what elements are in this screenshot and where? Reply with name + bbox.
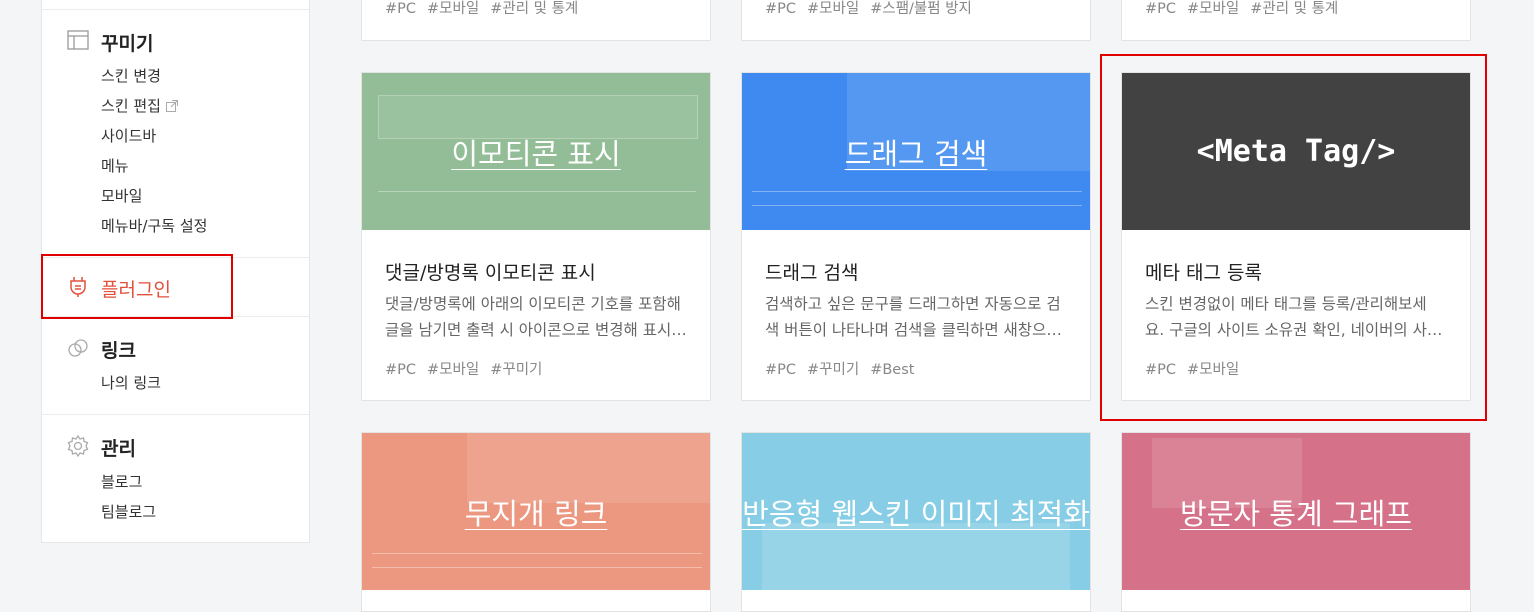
sidebar-item-label: 스킨 편집 [101,97,161,115]
sidebar-item-my-link[interactable]: 나의 링크 [101,372,161,393]
card-description: 댓글/방명록에 아래의 이모티콘 기호를 포함해 글을 남기면 출력 시 아이콘으… [385,295,687,339]
external-link-icon [165,100,178,112]
thumbnail-title: 무지개 링크 [464,496,608,531]
sidebar-item-sidebar[interactable]: 사이드바 [101,125,156,146]
card-tags: #PC #모바일 #관리 및 통계 [1145,1,1339,17]
link-icon [66,336,90,360]
plugin-card-rainbow-link[interactable]: 무지개 링크 [361,432,711,612]
sidebar-item-skin-change[interactable]: 스킨 변경 [101,65,161,86]
plugin-card-emoticon[interactable]: 이모티콘 표시 댓글/방명록 이모티콘 표시 댓글/방명록에 아래의 이모티콘 … [361,72,711,401]
sidebar-item-blog[interactable]: 블로그 [101,471,142,492]
plugin-card[interactable]: #PC #모바일 #스팸/불펌 방지 [741,0,1091,41]
thumbnail-title: <Meta Tag/> [1196,134,1396,169]
sidebar-divider [42,414,309,415]
card-tags: #PC #모바일 #스팸/불펌 방지 [765,1,972,17]
sidebar-item-menubar[interactable]: 메뉴바/구독 설정 [101,215,207,236]
sidebar-section-decorate[interactable]: 꾸미기 [101,29,153,56]
card-tags: #PC #모바일 #꾸미기 [385,362,543,378]
sidebar-section-link[interactable]: 링크 [101,336,136,363]
layout-icon [66,28,90,52]
card-title: 드래그 검색 [765,262,859,284]
plugin-card-visitor-graph[interactable]: 방문자 통계 그래프 [1121,432,1471,612]
meta-tag-highlight-box [1100,54,1487,421]
sidebar-item-mobile[interactable]: 모바일 [101,185,142,206]
card-thumbnail: 무지개 링크 [362,433,710,590]
sidebar-item-menu[interactable]: 메뉴 [101,155,129,176]
plugin-card-drag-search[interactable]: 드래그 검색 드래그 검색 검색하고 싶은 문구를 드래그하면 자동으로 검색 … [741,72,1091,401]
sidebar-item-team-blog[interactable]: 팀블로그 [101,501,156,522]
gear-icon [66,434,90,458]
card-thumbnail: 드래그 검색 [742,73,1090,230]
card-thumbnail: 방문자 통계 그래프 [1122,433,1470,590]
card-title: 댓글/방명록 이모티콘 표시 [385,262,596,284]
thumbnail-title: 드래그 검색 [844,136,988,171]
plugin-card[interactable]: #PC #모바일 #관리 및 통계 [1121,0,1471,41]
card-thumbnail: 이모티콘 표시 [362,73,710,230]
sidebar-section-manage[interactable]: 관리 [101,434,136,461]
sidebar-item-skin-edit[interactable]: 스킨 편집 [101,95,178,116]
sidebar-divider [42,9,309,10]
plugin-card-responsive-image[interactable]: 반응형 웹스킨 이미지 최적화 [741,432,1091,612]
card-tags: #PC #모바일 #관리 및 통계 [385,1,579,17]
card-description: 검색하고 싶은 문구를 드래그하면 자동으로 검색 버튼이 나타나며 검색을 클… [765,295,1062,339]
card-tags: #PC #꾸미기 #Best [765,362,915,378]
thumbnail-title: 방문자 통계 그래프 [1180,496,1412,531]
thumbnail-title: 이모티콘 표시 [451,136,621,171]
thumbnail-title: 반응형 웹스킨 이미지 최적화 [742,496,1090,531]
plugin-card[interactable]: #PC #모바일 #관리 및 통계 [361,0,711,41]
card-thumbnail: 반응형 웹스킨 이미지 최적화 [742,433,1090,590]
plugin-highlight-box [41,254,233,319]
